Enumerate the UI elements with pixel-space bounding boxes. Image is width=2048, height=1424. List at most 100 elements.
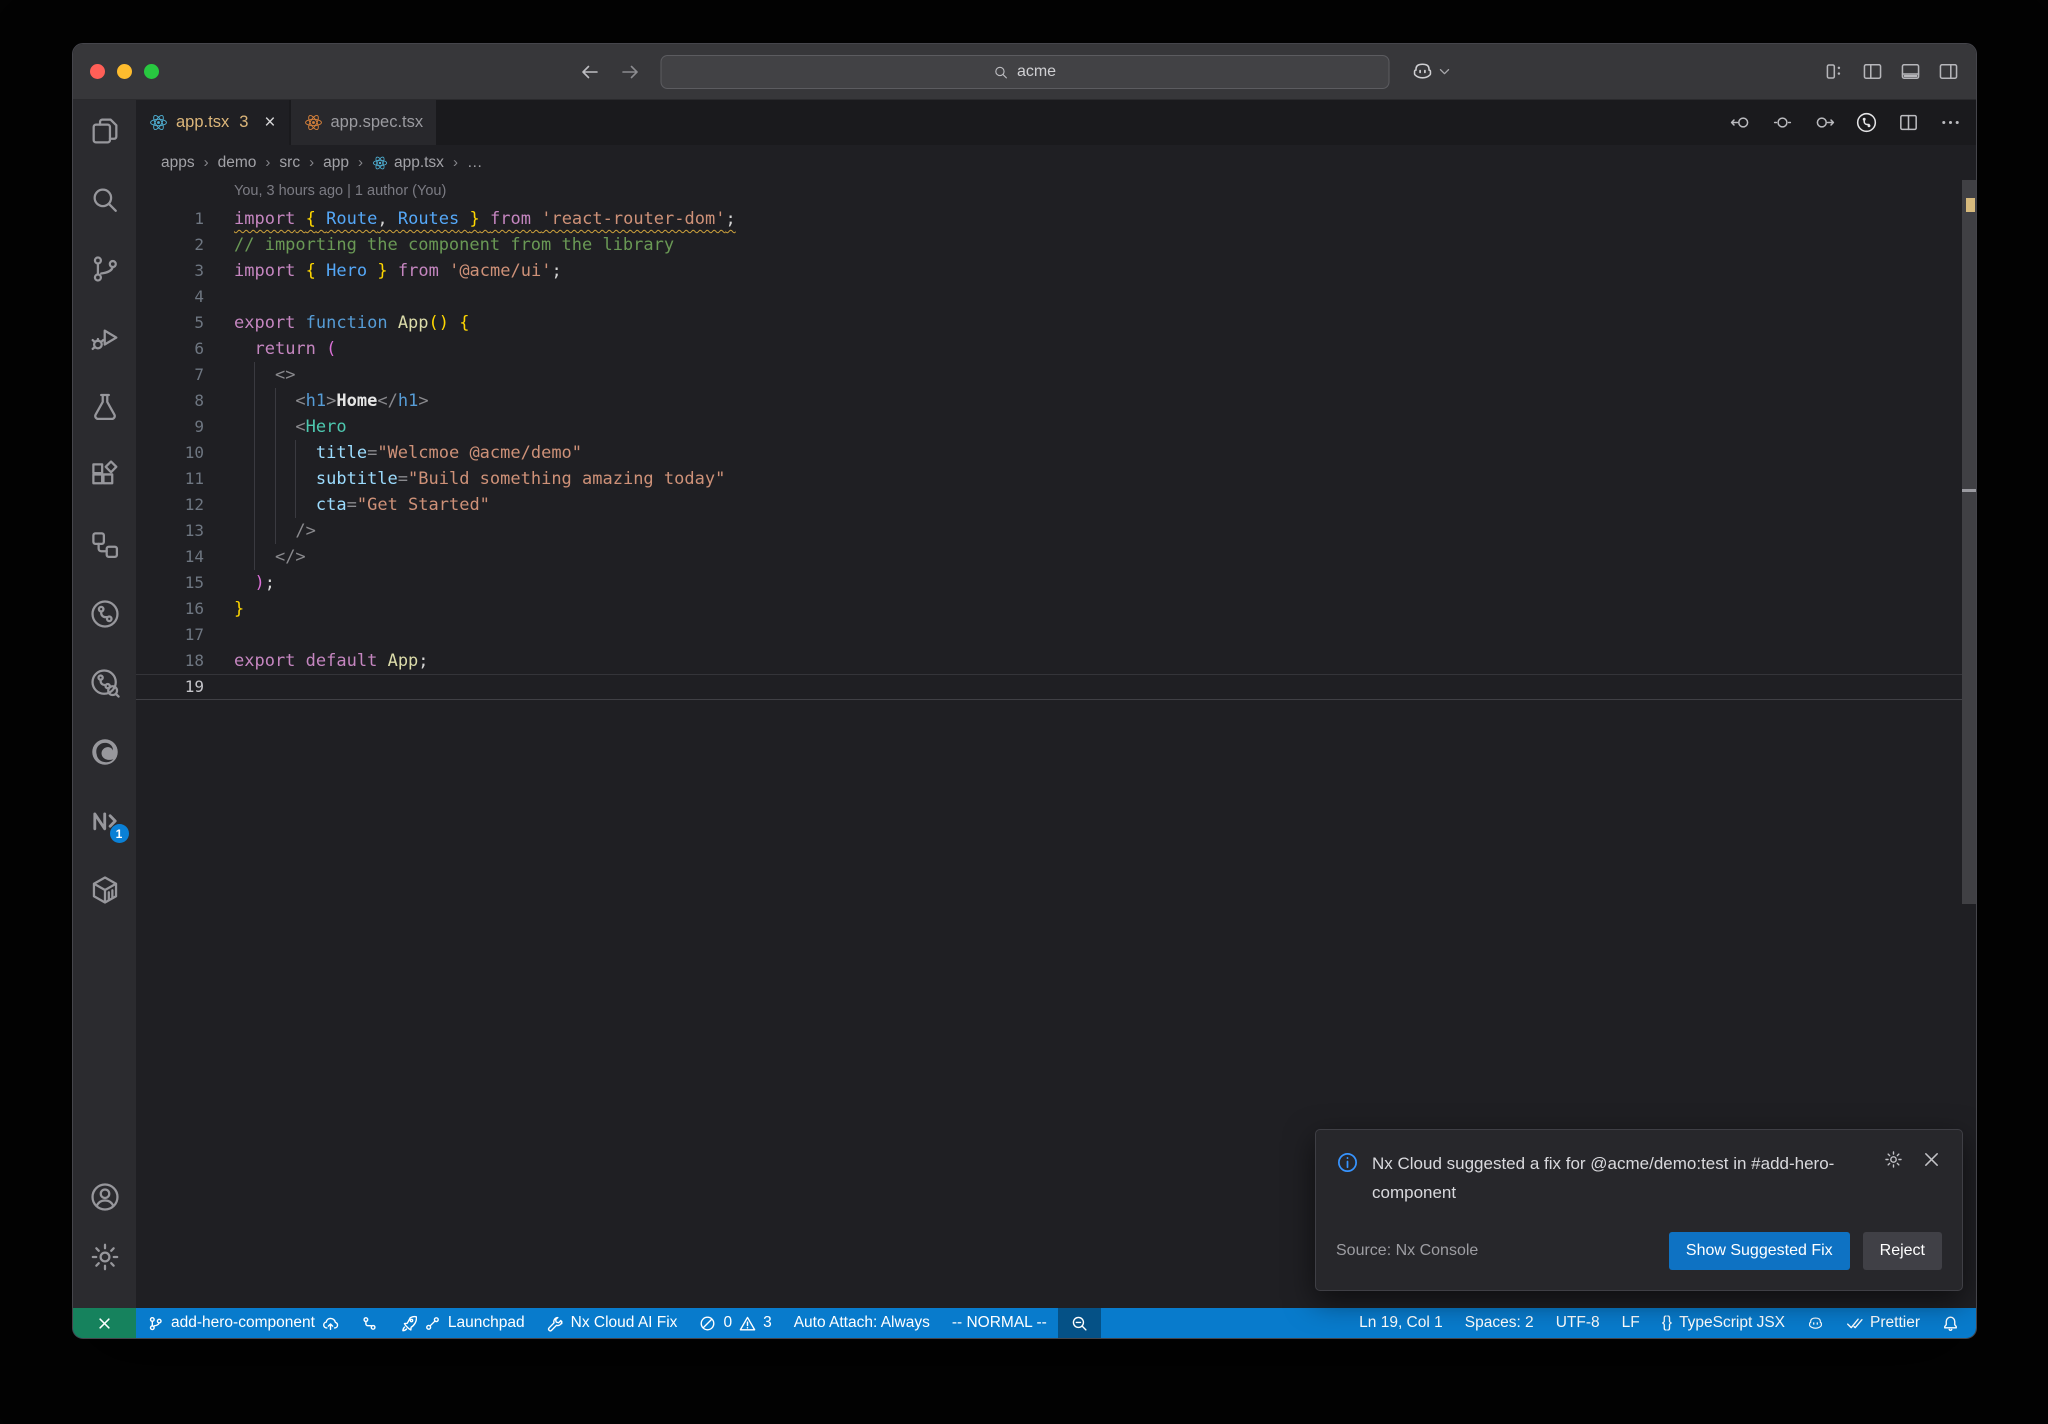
react-icon: [372, 155, 388, 171]
status-launchpad[interactable]: Launchpad: [389, 1308, 536, 1338]
status-encoding[interactable]: UTF-8: [1545, 1308, 1611, 1338]
sidebar-right-icon[interactable]: [1937, 60, 1960, 83]
status-auto-attach[interactable]: Auto Attach: Always: [783, 1308, 941, 1338]
breadcrumb-label: demo: [217, 153, 257, 171]
close-window-button[interactable]: [90, 64, 105, 79]
react-icon: [304, 113, 323, 132]
breadcrumb-label: app.tsx: [393, 153, 444, 171]
reject-button[interactable]: Reject: [1862, 1232, 1942, 1270]
status-indentation[interactable]: Spaces: 2: [1454, 1308, 1545, 1338]
back-icon[interactable]: [578, 60, 602, 84]
activity-package-explorer-button[interactable]: [88, 873, 122, 907]
activity-nx-project-graph-button[interactable]: [88, 597, 122, 631]
activity-explorer-button[interactable]: [88, 114, 122, 148]
layout-controls: [1823, 44, 1960, 99]
previous-change-button[interactable]: [1729, 111, 1752, 134]
code-line: 11 subtitle="Build something amazing tod…: [136, 466, 1962, 492]
vscode-window: acme 1 app.tsx 3 × app.spec.tsx apps › demo › s…: [72, 43, 1977, 1339]
show-suggested-fix-button[interactable]: Show Suggested Fix: [1668, 1232, 1850, 1270]
remote-indicator[interactable]: [73, 1308, 136, 1338]
breadcrumb-separator: ›: [265, 154, 271, 171]
current-change-button[interactable]: [1771, 111, 1794, 134]
activity-settings-button[interactable]: [88, 1240, 122, 1274]
status-notifications-bell[interactable]: [1931, 1308, 1970, 1338]
overview-warning-marker: [1966, 198, 1975, 212]
code-line: 14 </>: [136, 544, 1962, 570]
copilot-icon: [1411, 60, 1434, 83]
indent-guide: [274, 388, 276, 544]
title-bar: acme: [73, 44, 1976, 100]
line-number: 6: [194, 339, 204, 358]
breadcrumb-item-app.tsx[interactable]: app.tsx: [372, 154, 444, 172]
status-copilot-status[interactable]: [1796, 1308, 1835, 1338]
status-text: Prettier: [1870, 1314, 1920, 1331]
copilot-menu[interactable]: [1411, 44, 1452, 99]
activity-project-references-button[interactable]: [88, 528, 122, 562]
line-number: 16: [184, 599, 204, 618]
circle-graph-icon: [88, 597, 122, 631]
code-text: import { Hero } from '@acme/ui';: [234, 261, 562, 281]
status-eol-sequence[interactable]: LF: [1611, 1308, 1651, 1338]
scrollbar-thumb[interactable]: [1962, 180, 1976, 904]
status-nx-cloud-ai-fix[interactable]: Nx Cloud AI Fix: [536, 1308, 689, 1338]
search-value: acme: [1016, 63, 1057, 80]
activity-search-button[interactable]: [88, 183, 122, 217]
code-line: 6 return (: [136, 336, 1962, 362]
forward-icon[interactable]: [618, 60, 642, 84]
activity-badge: 1: [109, 824, 129, 843]
zoom-window-button[interactable]: [144, 64, 159, 79]
code-text: subtitle="Build something amazing today": [315, 469, 726, 489]
git-blame-annotation[interactable]: You, 3 hours ago | 1 author (You): [234, 183, 446, 207]
minimize-window-button[interactable]: [117, 64, 132, 79]
activity-run-and-debug-button[interactable]: [88, 321, 122, 355]
panel-icon[interactable]: [1899, 60, 1922, 83]
line-number: 1: [194, 209, 204, 228]
tab-label: app.spec.tsx: [330, 113, 424, 131]
activity-source-control-button[interactable]: [88, 252, 122, 286]
notification-close-icon[interactable]: [1921, 1149, 1942, 1170]
status-vim-mode[interactable]: -- NORMAL --: [941, 1308, 1058, 1338]
customize-layout-icon[interactable]: [1823, 60, 1846, 83]
status-zoom-indicator[interactable]: [1057, 1308, 1101, 1338]
next-change-button[interactable]: [1813, 111, 1836, 134]
close-tab-icon[interactable]: ×: [264, 113, 275, 132]
split-editor-button[interactable]: [1897, 111, 1920, 134]
code-text: <>: [274, 365, 296, 385]
tab-app.tsx[interactable]: app.tsx 3 ×: [136, 100, 289, 145]
code-line: 4: [136, 284, 1962, 310]
notification-settings-gear-icon[interactable]: [1883, 1149, 1904, 1170]
status-cursor-position[interactable]: Ln 19, Col 1: [1348, 1308, 1454, 1338]
status-text: LF: [1621, 1314, 1640, 1331]
status-git-branch[interactable]: add-hero-component: [136, 1308, 350, 1338]
command-center-search[interactable]: acme: [660, 55, 1389, 89]
breadcrumb-item-app[interactable]: app: [323, 154, 349, 172]
breadcrumb-label: app: [323, 153, 349, 171]
activity-edge-browser-button[interactable]: [88, 735, 122, 769]
more-actions-button[interactable]: [1939, 111, 1962, 134]
activity-nx-project-graph-search-button[interactable]: [88, 666, 122, 700]
activity-accounts-button[interactable]: [88, 1180, 122, 1214]
breadcrumb-item-apps[interactable]: apps: [161, 154, 195, 172]
git-branch-icon: [147, 1315, 164, 1332]
code-line: 2 // importing the component from the lib…: [136, 232, 1962, 258]
code-line: 19: [136, 674, 1962, 700]
activity-testing-button[interactable]: [88, 390, 122, 424]
breadcrumb-item-src[interactable]: src: [279, 154, 300, 172]
sidebar-left-icon[interactable]: [1861, 60, 1884, 83]
status-problems[interactable]: 03: [688, 1308, 782, 1338]
editor-scrollbar[interactable]: [1962, 180, 1976, 1308]
zoom-out-icon: [1071, 1315, 1088, 1332]
screen-background: acme 1 app.tsx 3 × app.spec.tsx apps › demo › s…: [0, 0, 2048, 1424]
tab-app.spec.tsx[interactable]: app.spec.tsx: [290, 100, 437, 145]
breadcrumb-item-…[interactable]: …: [467, 154, 483, 172]
breadcrumb-item-demo[interactable]: demo: [218, 154, 257, 172]
nx-run-button[interactable]: [1855, 111, 1878, 134]
code-line: 7 <>: [136, 362, 1962, 388]
status-language-mode[interactable]: {} TypeScript JSX: [1651, 1308, 1796, 1338]
status-git-graph[interactable]: [350, 1308, 389, 1338]
activity-nx-console-button[interactable]: 1: [88, 804, 129, 843]
activity-extensions-button[interactable]: [88, 459, 122, 493]
status-formatter[interactable]: Prettier: [1835, 1308, 1931, 1338]
code-line: 12 cta="Get Started": [136, 492, 1962, 518]
